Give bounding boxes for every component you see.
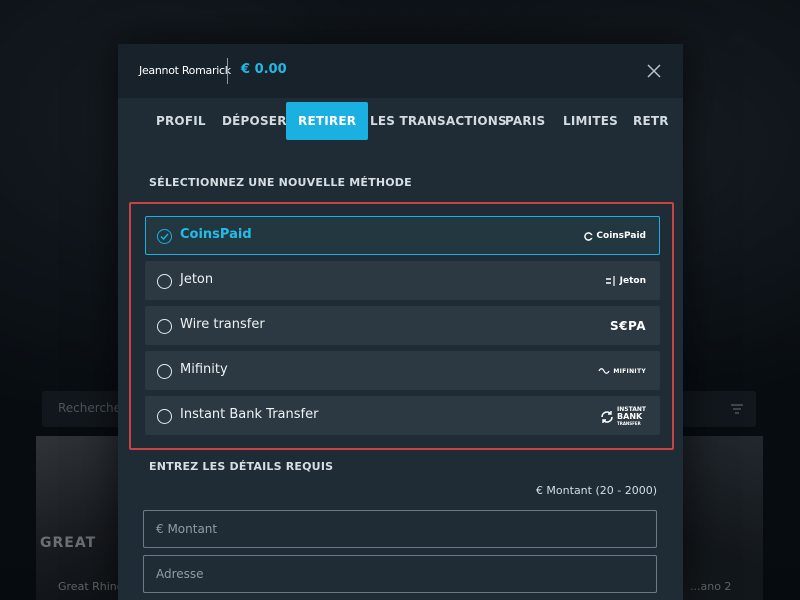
method-label: Wire transfer [180, 317, 265, 332]
method-wire-transfer[interactable]: Wire transfer S€PA [145, 306, 660, 345]
jeton-logo-text: Jeton [619, 276, 646, 286]
logo-line: BANK [617, 412, 643, 421]
method-label: Jeton [180, 272, 214, 287]
tab-bar: PROFIL DÉPOSER RETIRER LES TRANSACTIONS … [118, 102, 683, 142]
jeton-logo: Jeton [605, 273, 646, 289]
method-instant-bank-transfer[interactable]: Instant Bank Transfer INSTANT BANK TRANS… [145, 396, 660, 435]
refresh-arrows-icon [601, 411, 613, 423]
tab-deposer[interactable]: DÉPOSER [222, 102, 287, 140]
instant-bank-transfer-logo: INSTANT BANK TRANSFER [600, 407, 646, 427]
check-icon [160, 233, 169, 241]
mifinity-logo-text: MIFINITY [613, 367, 646, 375]
jeton-icon [605, 276, 615, 286]
method-coinspaid[interactable]: CoinsPaid CoinsPaid [145, 216, 660, 255]
logo-line: TRANSFER [617, 421, 641, 426]
instant-bank-transfer-logo-text: INSTANT BANK TRANSFER [617, 407, 646, 427]
modal-header: Jeannot Romarick € 0.00 [118, 44, 683, 98]
coinspaid-icon [584, 231, 594, 241]
method-jeton[interactable]: Jeton Jeton [145, 261, 660, 300]
method-mifinity[interactable]: Mifinity MIFINITY [145, 351, 660, 390]
balance: € 0.00 [241, 62, 287, 77]
tab-transactions[interactable]: LES TRANSACTIONS [370, 102, 507, 140]
coinspaid-logo: CoinsPaid [584, 228, 646, 244]
user-name: Jeannot Romarick [139, 64, 231, 77]
radio-unchecked [157, 364, 172, 379]
details-section-title: ENTREZ LES DÉTAILS REQUIS [149, 460, 334, 473]
coinspaid-logo-text: CoinsPaid [596, 231, 646, 241]
sepa-logo: S€PA [610, 319, 646, 333]
radio-unchecked [157, 319, 172, 334]
method-label: Instant Bank Transfer [180, 407, 319, 422]
amount-input[interactable] [143, 510, 657, 548]
address-input[interactable] [143, 555, 657, 593]
radio-checked [157, 229, 172, 244]
close-button[interactable] [643, 60, 665, 82]
methods-section-title: SÉLECTIONNEZ UNE NOUVELLE MÉTHODE [149, 176, 412, 189]
amount-range-label: € Montant (20 - 2000) [535, 484, 657, 497]
account-modal: Jeannot Romarick € 0.00 PROFIL DÉPOSER R… [118, 44, 683, 600]
radio-unchecked [157, 409, 172, 424]
close-icon [647, 64, 661, 78]
mifinity-logo: MIFINITY [598, 363, 646, 379]
method-label: Mifinity [180, 362, 228, 377]
tab-paris[interactable]: PARIS [505, 102, 545, 140]
header-divider [227, 58, 228, 84]
tab-more[interactable]: RETR [633, 102, 669, 140]
tab-profil[interactable]: PROFIL [156, 102, 206, 140]
tab-limites[interactable]: LIMITES [563, 102, 618, 140]
tab-retirer[interactable]: RETIRER [286, 102, 369, 140]
payment-methods-list: CoinsPaid CoinsPaid Jeton Jeton Wire tra… [129, 202, 674, 450]
method-label: CoinsPaid [180, 227, 252, 242]
radio-unchecked [157, 274, 172, 289]
mifinity-icon [598, 368, 610, 374]
